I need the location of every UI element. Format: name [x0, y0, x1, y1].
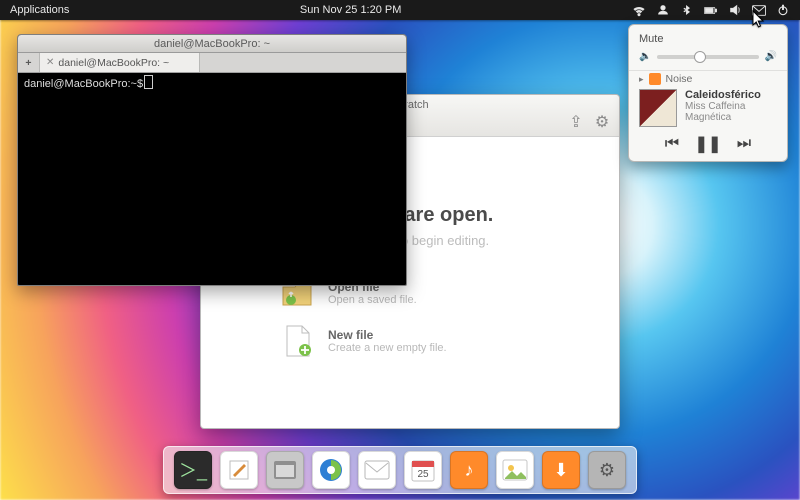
open-file-subtitle: Open a saved file. [328, 294, 417, 306]
now-playing: Caleidosférico Miss Caffeina Magnética [629, 85, 787, 131]
volume-low-icon: 🔈 [639, 51, 651, 62]
power-indicator[interactable] [776, 3, 790, 17]
clock[interactable]: Sun Nov 25 1:20 PM [69, 4, 632, 16]
player-app-name: Noise [666, 73, 693, 85]
track-title: Caleidosférico [685, 89, 761, 101]
terminal-titlebar[interactable]: daniel@MacBookPro: ~ [18, 35, 406, 53]
dock-app-store[interactable]: ⬇ [542, 451, 580, 489]
applications-menu[interactable]: Applications [0, 4, 69, 16]
album-art [639, 89, 677, 127]
new-tab-button[interactable]: + [18, 53, 40, 72]
gear-icon: ⚙ [595, 112, 609, 132]
prev-track-button[interactable]: ⏮ [663, 135, 681, 153]
terminal-tab-label: daniel@MacBookPro: ~ [58, 57, 169, 69]
svg-text:25: 25 [417, 469, 429, 480]
wifi-indicator[interactable] [632, 3, 646, 17]
volume-slider-row: 🔈 🔊 [629, 47, 787, 68]
sound-indicator[interactable] [728, 3, 742, 17]
new-file-subtitle: Create a new empty file. [328, 342, 447, 354]
dock-music[interactable]: ♪ [450, 451, 488, 489]
share-icon: ⇪ [569, 112, 582, 132]
user-indicator[interactable] [656, 3, 670, 17]
dock-settings[interactable]: ⚙ [588, 451, 626, 489]
sound-popover: Mute 🔈 🔊 ▸ Noise Caleidosférico Miss Caf… [628, 24, 788, 162]
player-app-icon [649, 73, 661, 85]
dock: ＞_ 25 ♪ ⬇ ⚙ [163, 446, 637, 494]
disclosure-triangle-icon: ▸ [639, 74, 644, 85]
top-panel: Applications Sun Nov 25 1:20 PM [0, 0, 800, 20]
battery-indicator[interactable] [704, 3, 718, 17]
dock-photos[interactable] [496, 451, 534, 489]
volume-high-icon: 🔊 [765, 51, 777, 62]
volume-thumb[interactable] [694, 51, 706, 63]
track-album: Magnética [685, 112, 761, 123]
play-pause-button[interactable]: ❚❚ [699, 135, 717, 153]
player-app-row[interactable]: ▸ Noise [629, 73, 787, 85]
new-file-icon [280, 324, 316, 358]
volume-slider[interactable] [657, 55, 758, 59]
close-tab-icon[interactable]: ✕ [46, 57, 54, 68]
share-button[interactable]: ⇪ [567, 113, 585, 131]
dock-mail[interactable] [358, 451, 396, 489]
mute-label[interactable]: Mute [639, 33, 663, 45]
terminal-cursor [145, 76, 152, 88]
dock-web-browser[interactable] [312, 451, 350, 489]
bluetooth-indicator[interactable] [680, 3, 694, 17]
track-artist: Miss Caffeina [685, 101, 761, 112]
new-file-action[interactable]: New file Create a new empty file. [280, 324, 540, 358]
mouse-cursor [752, 10, 766, 33]
dock-files[interactable] [266, 451, 304, 489]
next-track-button[interactable]: ⏭ [735, 135, 753, 153]
dock-text-editor[interactable] [220, 451, 258, 489]
dock-calendar[interactable]: 25 [404, 451, 442, 489]
separator [629, 70, 787, 71]
new-file-title: New file [328, 328, 447, 342]
terminal-body[interactable]: daniel@MacBookPro:~$ [18, 73, 406, 285]
settings-button[interactable]: ⚙ [593, 113, 611, 131]
dock-terminal[interactable]: ＞_ [174, 451, 212, 489]
terminal-tabbar: + ✕ daniel@MacBookPro: ~ [18, 53, 406, 73]
terminal-window[interactable]: daniel@MacBookPro: ~ + ✕ daniel@MacBookP… [17, 34, 407, 286]
terminal-prompt: daniel@MacBookPro:~$ [24, 78, 143, 90]
terminal-tab[interactable]: ✕ daniel@MacBookPro: ~ [40, 53, 200, 72]
